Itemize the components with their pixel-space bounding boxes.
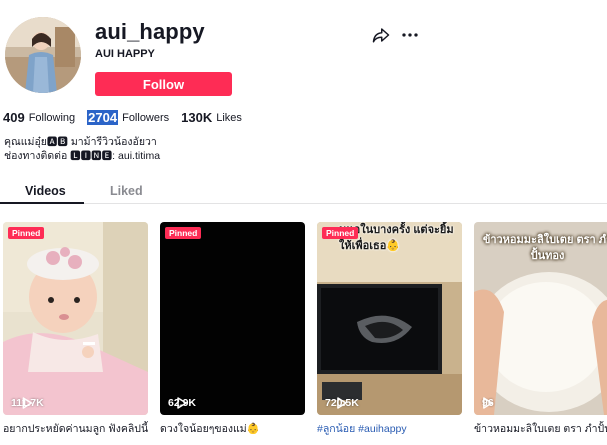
video-thumbnail[interactable]: นแอในบางครั้ง แต่จะยิ้มให้เพื่อเธอ👶 Pinn… bbox=[317, 222, 462, 415]
followers-stat[interactable]: 2704 Followers bbox=[87, 110, 169, 125]
video-card[interactable]: Pinned 111.7K อยากประหยัดค่านมลูก ฟังคลิ… bbox=[3, 222, 148, 437]
followers-label: Followers bbox=[122, 111, 170, 124]
video-card[interactable]: Pinned 62.9K ดวงใจน้อยๆของแม่👶 bbox=[160, 222, 305, 437]
baby-photo bbox=[3, 222, 148, 415]
likes-count: 130K bbox=[181, 110, 213, 125]
video-thumbnail[interactable]: Pinned 62.9K bbox=[160, 222, 305, 415]
pinned-badge: Pinned bbox=[322, 227, 359, 239]
avatar[interactable] bbox=[5, 17, 81, 93]
follow-button[interactable]: Follow bbox=[95, 72, 232, 96]
bio-line-2: ช่องทางติดต่อ 🅻🅸🅽🅴: aui.titima bbox=[4, 150, 161, 162]
view-count: 96 bbox=[482, 397, 494, 409]
following-label: Following bbox=[28, 111, 76, 124]
video-caption[interactable]: ดวงใจน้อยๆของแม่👶 bbox=[160, 420, 305, 437]
video-card[interactable]: นแอในบางครั้ง แต่จะยิ้มให้เพื่อเธอ👶 Pinn… bbox=[317, 222, 462, 437]
play-icon bbox=[483, 397, 493, 409]
pinned-badge: Pinned bbox=[8, 227, 45, 239]
video-thumbnail[interactable]: Pinned 111.7K bbox=[3, 222, 148, 415]
bio: คุณแม่อุ๋ย🅰🅱 มาม้ารีวิวน้องอัยวา ช่องทาง… bbox=[4, 135, 160, 163]
video-thumbnail[interactable]: ข้าวหอมมะลิใบเตย ตรา ภำปั้นทอง 96 bbox=[474, 222, 607, 415]
followers-count: 2704 bbox=[87, 110, 119, 125]
active-tab-indicator bbox=[0, 202, 84, 204]
video-overlay-text: ข้าวหอมมะลิใบเตย ตรา ภำปั้นทอง bbox=[482, 234, 607, 262]
tab-liked[interactable]: Liked bbox=[110, 184, 143, 198]
video-card[interactable]: ข้าวหอมมะลิใบเตย ตรา ภำปั้นทอง 96 ข้าวหอ… bbox=[474, 222, 607, 437]
tab-videos[interactable]: Videos bbox=[25, 184, 66, 198]
share-icon[interactable] bbox=[372, 26, 390, 44]
view-count: 62.9K bbox=[168, 397, 196, 409]
video-caption[interactable]: อยากประหยัดค่านมลูก ฟังคลิปนี้ bbox=[3, 420, 148, 437]
likes-stat: 130K Likes bbox=[181, 110, 242, 125]
more-icon[interactable] bbox=[401, 26, 419, 44]
tab-divider bbox=[0, 203, 607, 204]
stats-row: 409 Following 2704 Followers 130K Likes bbox=[3, 110, 254, 125]
video-grid: Pinned 111.7K อยากประหยัดค่านมลูก ฟังคลิ… bbox=[3, 222, 607, 445]
bio-line-1: คุณแม่อุ๋ย🅰🅱 มาม้ารีวิวน้องอัยวา bbox=[4, 136, 157, 148]
play-icon bbox=[337, 397, 347, 409]
play-icon bbox=[22, 397, 33, 409]
following-stat[interactable]: 409 Following bbox=[3, 110, 75, 125]
following-count: 409 bbox=[3, 110, 25, 125]
dark-thumbnail bbox=[160, 222, 305, 415]
profile-tabs: Videos Liked bbox=[0, 178, 607, 204]
likes-label: Likes bbox=[216, 111, 242, 124]
pinned-badge: Pinned bbox=[165, 227, 202, 239]
video-caption[interactable]: #ลูกน้อย #auihappy bbox=[317, 420, 462, 437]
play-icon bbox=[177, 397, 187, 409]
username: aui_happy bbox=[95, 19, 205, 44]
nickname: AUI HAPPY bbox=[95, 48, 155, 60]
view-count: 111.7K bbox=[11, 397, 44, 409]
video-caption[interactable]: ข้าวหอมมะลิใบเตย ตรา ภำปั้น bbox=[474, 420, 607, 437]
view-count: 720.5K bbox=[325, 397, 359, 409]
